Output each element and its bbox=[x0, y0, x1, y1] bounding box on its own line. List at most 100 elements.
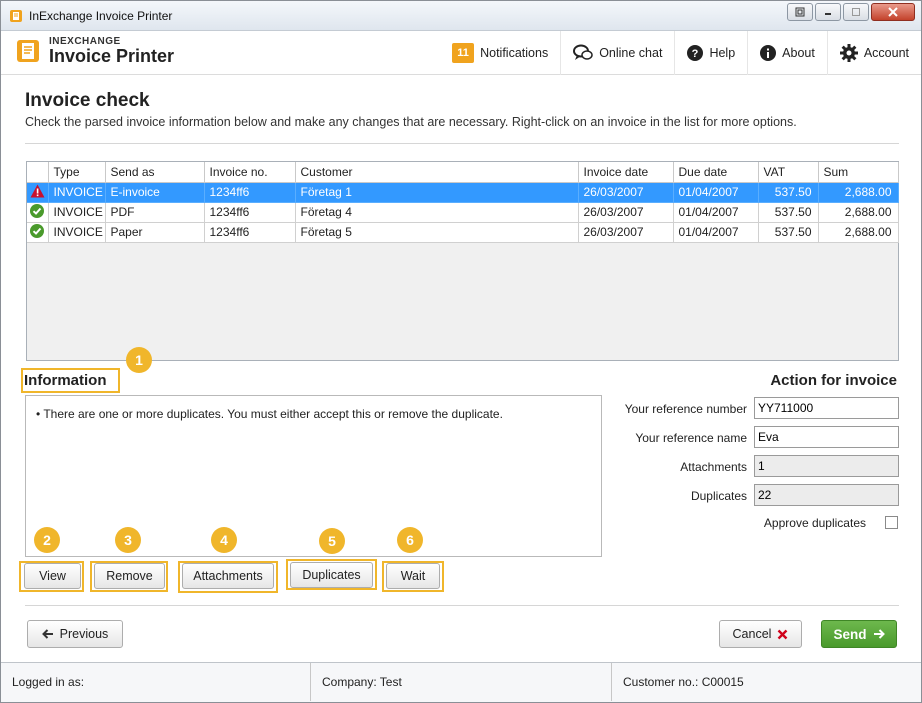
cell-customer: Företag 1 bbox=[295, 182, 579, 203]
table-header-row: Type Send as Invoice no. Customer Invoic… bbox=[27, 162, 899, 183]
wait-button[interactable]: Wait bbox=[386, 563, 440, 589]
duplicates-field bbox=[754, 484, 899, 506]
gear-icon bbox=[839, 44, 858, 62]
cell-vat: 537.50 bbox=[758, 222, 819, 243]
logo: INEXCHANGE Invoice Printer bbox=[15, 37, 174, 65]
your-reference-number-label: Your reference number bbox=[624, 402, 747, 416]
callout-marker: 6 bbox=[397, 527, 423, 553]
help-label: Help bbox=[709, 46, 736, 60]
cancel-button[interactable]: Cancel bbox=[719, 620, 802, 648]
information-box: • There are one or more duplicates. You … bbox=[25, 395, 602, 557]
table-row[interactable]: INVOICE Paper 1234ff6 Företag 5 26/03/20… bbox=[27, 222, 899, 243]
close-x-icon bbox=[778, 629, 788, 639]
app-header: INEXCHANGE Invoice Printer 11 Notificati… bbox=[1, 31, 921, 75]
arrow-right-icon bbox=[873, 629, 885, 639]
online-chat-button[interactable]: Online chat bbox=[560, 31, 674, 75]
invoice-table[interactable]: Type Send as Invoice no. Customer Invoic… bbox=[26, 161, 899, 361]
cell-due-date: 01/04/2007 bbox=[673, 182, 759, 203]
column-header-send-as[interactable]: Send as bbox=[105, 162, 205, 183]
check-circle-icon bbox=[30, 203, 45, 218]
app-icon bbox=[10, 10, 22, 22]
cell-sum: 2,688.00 bbox=[818, 182, 899, 203]
column-header-customer[interactable]: Customer bbox=[295, 162, 579, 183]
callout-marker: 4 bbox=[211, 527, 237, 553]
cell-send-as: Paper bbox=[105, 222, 205, 243]
status-cell bbox=[27, 182, 49, 203]
cell-customer: Företag 4 bbox=[295, 202, 579, 223]
column-header-invoice-no[interactable]: Invoice no. bbox=[204, 162, 296, 183]
printer-logo-icon bbox=[17, 40, 39, 62]
table-row[interactable]: INVOICE PDF 1234ff6 Företag 4 26/03/2007… bbox=[27, 202, 899, 223]
callout-marker: 5 bbox=[319, 528, 345, 554]
title-bar: InExchange Invoice Printer bbox=[1, 1, 921, 31]
attachments-label: Attachments bbox=[680, 460, 747, 474]
column-header-sum[interactable]: Sum bbox=[818, 162, 899, 183]
window-controls bbox=[787, 3, 915, 21]
divider bbox=[25, 605, 899, 606]
cell-invoice-no: 1234ff6 bbox=[204, 202, 296, 223]
page-title: Invoice check bbox=[25, 90, 150, 111]
cell-send-as: E-invoice bbox=[105, 182, 205, 203]
account-button[interactable]: Account bbox=[826, 31, 921, 75]
column-header-status[interactable] bbox=[27, 162, 49, 183]
cell-invoice-no: 1234ff6 bbox=[204, 222, 296, 243]
column-header-vat[interactable]: VAT bbox=[758, 162, 819, 183]
your-reference-number-field[interactable] bbox=[754, 397, 899, 419]
send-button[interactable]: Send bbox=[821, 620, 897, 648]
check-circle-icon bbox=[30, 223, 45, 238]
cell-vat: 537.50 bbox=[758, 202, 819, 223]
divider bbox=[25, 143, 899, 144]
help-icon: ? bbox=[687, 45, 704, 61]
close-icon[interactable] bbox=[871, 3, 915, 21]
action-title: Action for invoice bbox=[770, 372, 897, 389]
approve-duplicates-label: Approve duplicates bbox=[763, 516, 866, 530]
callout-marker: 1 bbox=[126, 347, 152, 373]
minimize-icon[interactable] bbox=[815, 3, 841, 21]
column-header-type[interactable]: Type bbox=[48, 162, 106, 183]
chat-icon bbox=[573, 44, 593, 60]
about-button[interactable]: About bbox=[747, 31, 827, 75]
attachments-field bbox=[754, 455, 899, 477]
info-icon bbox=[760, 45, 777, 61]
cell-send-as: PDF bbox=[105, 202, 205, 223]
online-chat-label: Online chat bbox=[599, 46, 663, 60]
restore-icon[interactable] bbox=[787, 3, 813, 21]
top-nav: 11 Notifications Online chat ? Help Abou… bbox=[440, 31, 921, 75]
information-message-text: There are one or more duplicates. You mu… bbox=[43, 407, 503, 421]
attachments-button[interactable]: Attachments bbox=[182, 563, 274, 589]
notifications-button[interactable]: 11 Notifications bbox=[440, 31, 560, 75]
cancel-label: Cancel bbox=[732, 627, 772, 641]
information-label: Information bbox=[24, 372, 107, 389]
duplicates-label: Duplicates bbox=[690, 489, 747, 503]
approve-duplicates-checkbox[interactable] bbox=[885, 516, 898, 529]
view-button[interactable]: View bbox=[24, 563, 81, 589]
arrow-left-icon bbox=[41, 629, 53, 639]
svg-text:?: ? bbox=[692, 48, 699, 60]
remove-button[interactable]: Remove bbox=[94, 563, 165, 589]
status-cell bbox=[27, 222, 49, 243]
cell-invoice-date: 26/03/2007 bbox=[578, 182, 674, 203]
notifications-label: Notifications bbox=[480, 46, 549, 60]
information-message: • There are one or more duplicates. You … bbox=[36, 407, 503, 421]
column-header-invoice-date[interactable]: Invoice date bbox=[578, 162, 674, 183]
table-row[interactable]: INVOICE E-invoice 1234ff6 Företag 1 26/0… bbox=[27, 182, 899, 203]
your-reference-name-field[interactable] bbox=[754, 426, 899, 448]
column-header-due-date[interactable]: Due date bbox=[673, 162, 759, 183]
help-button[interactable]: ? Help bbox=[674, 31, 747, 75]
cell-due-date: 01/04/2007 bbox=[673, 222, 759, 243]
duplicates-button[interactable]: Duplicates bbox=[290, 562, 373, 588]
cell-type: INVOICE bbox=[48, 182, 106, 203]
status-company: Company: Test bbox=[311, 663, 612, 701]
maximize-icon[interactable] bbox=[843, 3, 869, 21]
notifications-count-badge: 11 bbox=[452, 43, 475, 63]
cell-invoice-date: 26/03/2007 bbox=[578, 202, 674, 223]
page-subtitle: Check the parsed invoice information bel… bbox=[25, 115, 797, 129]
account-label: Account bbox=[863, 46, 909, 60]
previous-button[interactable]: Previous bbox=[27, 620, 123, 648]
status-bar: Logged in as: Company: Test Customer no.… bbox=[1, 662, 921, 702]
send-label: Send bbox=[833, 626, 867, 642]
cell-invoice-no: 1234ff6 bbox=[204, 182, 296, 203]
callout-marker: 3 bbox=[115, 527, 141, 553]
status-logged-in: Logged in as: bbox=[1, 663, 311, 701]
cell-due-date: 01/04/2007 bbox=[673, 202, 759, 223]
